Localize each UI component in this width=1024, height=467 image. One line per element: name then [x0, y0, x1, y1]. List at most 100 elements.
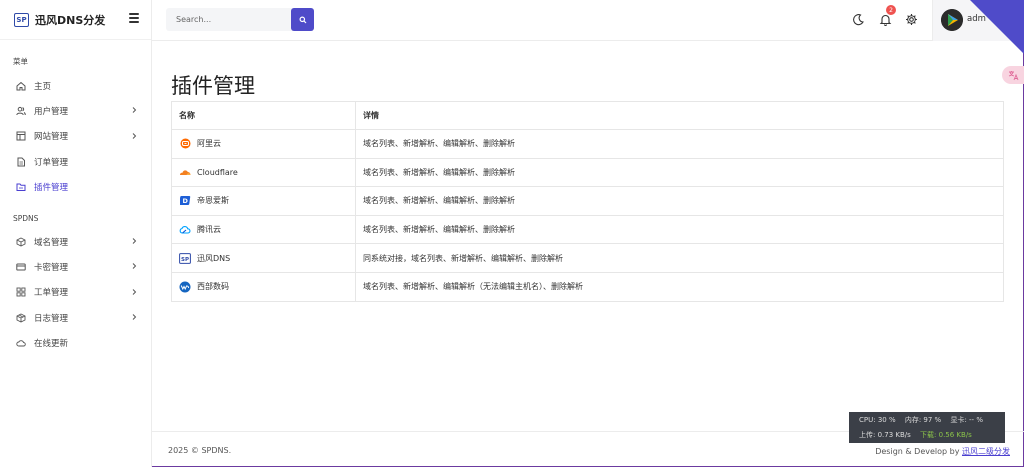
sidebar-item-domains[interactable]: 域名管理 — [0, 229, 151, 254]
memory-usage: 内存: 97 % — [904, 416, 942, 424]
cloudflare-icon — [179, 166, 191, 178]
folder-icon — [15, 182, 26, 193]
table-header-row: 名称 详情 — [171, 101, 1004, 130]
footer-credit: Design & Develop by 迅风二级分发 — [875, 446, 1010, 457]
sidebar-item-label: 用户管理 — [34, 107, 69, 118]
cloud-icon — [15, 338, 26, 349]
svg-text:SP: SP — [181, 256, 189, 262]
plugin-detail: 域名列表、新增解析、编辑解析、删除解析 — [355, 186, 1004, 216]
plugin-name-cell: 西部数码 — [171, 271, 356, 302]
plugin-name-cell: Cloudflare — [171, 157, 356, 188]
column-header-name: 名称 — [171, 101, 356, 130]
table-row: SP 迅风DNS 同系统对接，域名列表、新增解析、编辑解析、删除解析 — [171, 243, 1004, 273]
plugin-detail: 域名列表、新增解析、编辑解析、删除解析 — [355, 157, 1004, 188]
main-content: 插件管理 名称 详情 阿里云 域名列表、新增解析、编辑解析、删除解析 Cloud… — [152, 41, 1024, 467]
dark-mode-moon-icon[interactable] — [852, 13, 865, 26]
svg-text:D: D — [182, 198, 188, 206]
sidebar-item-orders[interactable]: 订单管理 — [0, 149, 151, 174]
brand-name: 迅风DNS分发 — [35, 13, 106, 27]
brand-logo-icon: SP — [14, 12, 29, 27]
sidebar-item-update[interactable]: 在线更新 — [0, 331, 151, 356]
cube-icon — [15, 236, 26, 247]
search-box — [166, 8, 314, 31]
column-header-detail: 详情 — [355, 101, 1004, 130]
sidebar-item-logs[interactable]: 日志管理 — [0, 305, 151, 330]
download-speed: 下载: 0.56 KB/s — [920, 431, 972, 439]
plugin-name: Cloudflare — [197, 167, 238, 177]
notification-badge: 2 — [886, 5, 896, 15]
cpu-usage: CPU: 30 % — [859, 416, 896, 424]
sidebar: SP 迅风DNS分发 菜单 主页 用户管理 网站管理 订单管理 插件管理 SPD… — [0, 0, 152, 467]
chevron-right-icon — [132, 288, 137, 295]
chevron-right-icon — [132, 107, 137, 114]
footer-credit-prefix: Design & Develop by — [875, 447, 960, 456]
gpu-usage: 显卡: -- % — [950, 416, 983, 424]
table-row: 西部数码 域名列表、新增解析、编辑解析（无法编辑主机名）、删除解析 — [171, 271, 1004, 302]
plugin-name: 阿里云 — [197, 139, 221, 149]
plugin-name: 腾讯云 — [197, 225, 221, 235]
chevron-right-icon — [132, 238, 137, 244]
grid-icon — [15, 287, 26, 298]
sidebar-item-users[interactable]: 用户管理 — [0, 98, 151, 123]
footer-copyright: 2025 © SPDNS. — [168, 446, 232, 455]
sidebar-item-label: 插件管理 — [34, 183, 69, 194]
table-row: Cloudflare 域名列表、新增解析、编辑解析、删除解析 — [171, 157, 1004, 188]
table-row: D 帝恩爱斯 域名列表、新增解析、编辑解析、删除解析 — [171, 186, 1004, 216]
sidebar-item-home[interactable]: 主页 — [0, 73, 151, 98]
layout-icon — [15, 131, 26, 142]
box-icon — [15, 312, 26, 323]
sidebar-section-menu: 菜单 — [13, 57, 28, 66]
user-menu[interactable]: adm — [932, 0, 1024, 54]
dns-la-icon: D — [179, 195, 191, 207]
sidebar-item-plugins[interactable]: 插件管理 — [0, 175, 151, 200]
sidebar-item-label: 域名管理 — [34, 237, 69, 248]
plugin-detail: 域名列表、新增解析、编辑解析（无法编辑主机名）、删除解析 — [355, 271, 1004, 302]
plugins-table: 名称 详情 阿里云 域名列表、新增解析、编辑解析、删除解析 Cloudflare… — [171, 101, 1004, 302]
table-row: 阿里云 域名列表、新增解析、编辑解析、删除解析 — [171, 129, 1004, 159]
sidebar-item-label: 日志管理 — [34, 313, 69, 324]
plugin-name: 帝恩爱斯 — [197, 196, 229, 206]
avatar — [941, 9, 963, 31]
card-icon — [15, 262, 26, 273]
sidebar-section-spdns: SPDNS — [13, 213, 39, 223]
topbar: 2 adm — [152, 0, 1024, 54]
home-icon — [15, 80, 26, 91]
plugin-name-cell: D 帝恩爱斯 — [171, 186, 356, 216]
plugin-name-cell: SP 迅风DNS — [171, 243, 356, 273]
aliyun-icon — [179, 138, 191, 150]
sidebar-item-label: 工单管理 — [34, 288, 69, 299]
sidebar-item-label: 在线更新 — [34, 339, 69, 350]
users-icon — [15, 106, 26, 117]
sidebar-item-tickets[interactable]: 工单管理 — [0, 280, 151, 305]
settings-gear-icon[interactable] — [905, 13, 918, 26]
plugin-name-cell: 阿里云 — [171, 129, 356, 159]
footer-credit-link[interactable]: 迅风二级分发 — [962, 447, 1010, 456]
file-icon — [15, 156, 26, 167]
search-button[interactable] — [291, 8, 314, 31]
sidebar-item-label: 网站管理 — [34, 132, 69, 143]
chevron-right-icon — [132, 132, 137, 139]
sidebar-item-cards[interactable]: 卡密管理 — [0, 254, 151, 279]
chevron-right-icon — [132, 314, 137, 320]
tencent-cloud-icon — [179, 224, 191, 236]
search-input[interactable] — [166, 8, 284, 31]
table-row: 腾讯云 域名列表、新增解析、编辑解析、删除解析 — [171, 214, 1004, 245]
upload-speed: 上传: 0.73 KB/s — [859, 431, 911, 439]
plugin-name: 西部数码 — [197, 282, 229, 292]
hamburger-menu-icon[interactable] — [129, 13, 139, 23]
plugin-name-cell: 腾讯云 — [171, 214, 356, 245]
sp-logo-icon: SP — [179, 252, 191, 264]
plugin-detail: 域名列表、新增解析、编辑解析、删除解析 — [355, 129, 1004, 159]
search-icon — [298, 15, 306, 23]
west-digital-icon — [179, 281, 191, 293]
sidebar-item-label: 卡密管理 — [34, 263, 69, 274]
plugin-detail: 域名列表、新增解析、编辑解析、删除解析 — [355, 214, 1004, 245]
plugin-detail: 同系统对接，域名列表、新增解析、编辑解析、删除解析 — [355, 243, 1004, 273]
plugin-name: 迅风DNS — [197, 253, 231, 263]
sidebar-item-label: 主页 — [34, 81, 52, 92]
chevron-right-icon — [132, 263, 137, 270]
sidebar-item-label: 订单管理 — [34, 157, 69, 168]
sidebar-item-sites[interactable]: 网站管理 — [0, 124, 151, 149]
page-title: 插件管理 — [171, 74, 255, 98]
system-monitor-overlay: CPU: 30 % 内存: 97 % 显卡: -- % 上传: 0.73 KB/… — [849, 412, 1005, 443]
